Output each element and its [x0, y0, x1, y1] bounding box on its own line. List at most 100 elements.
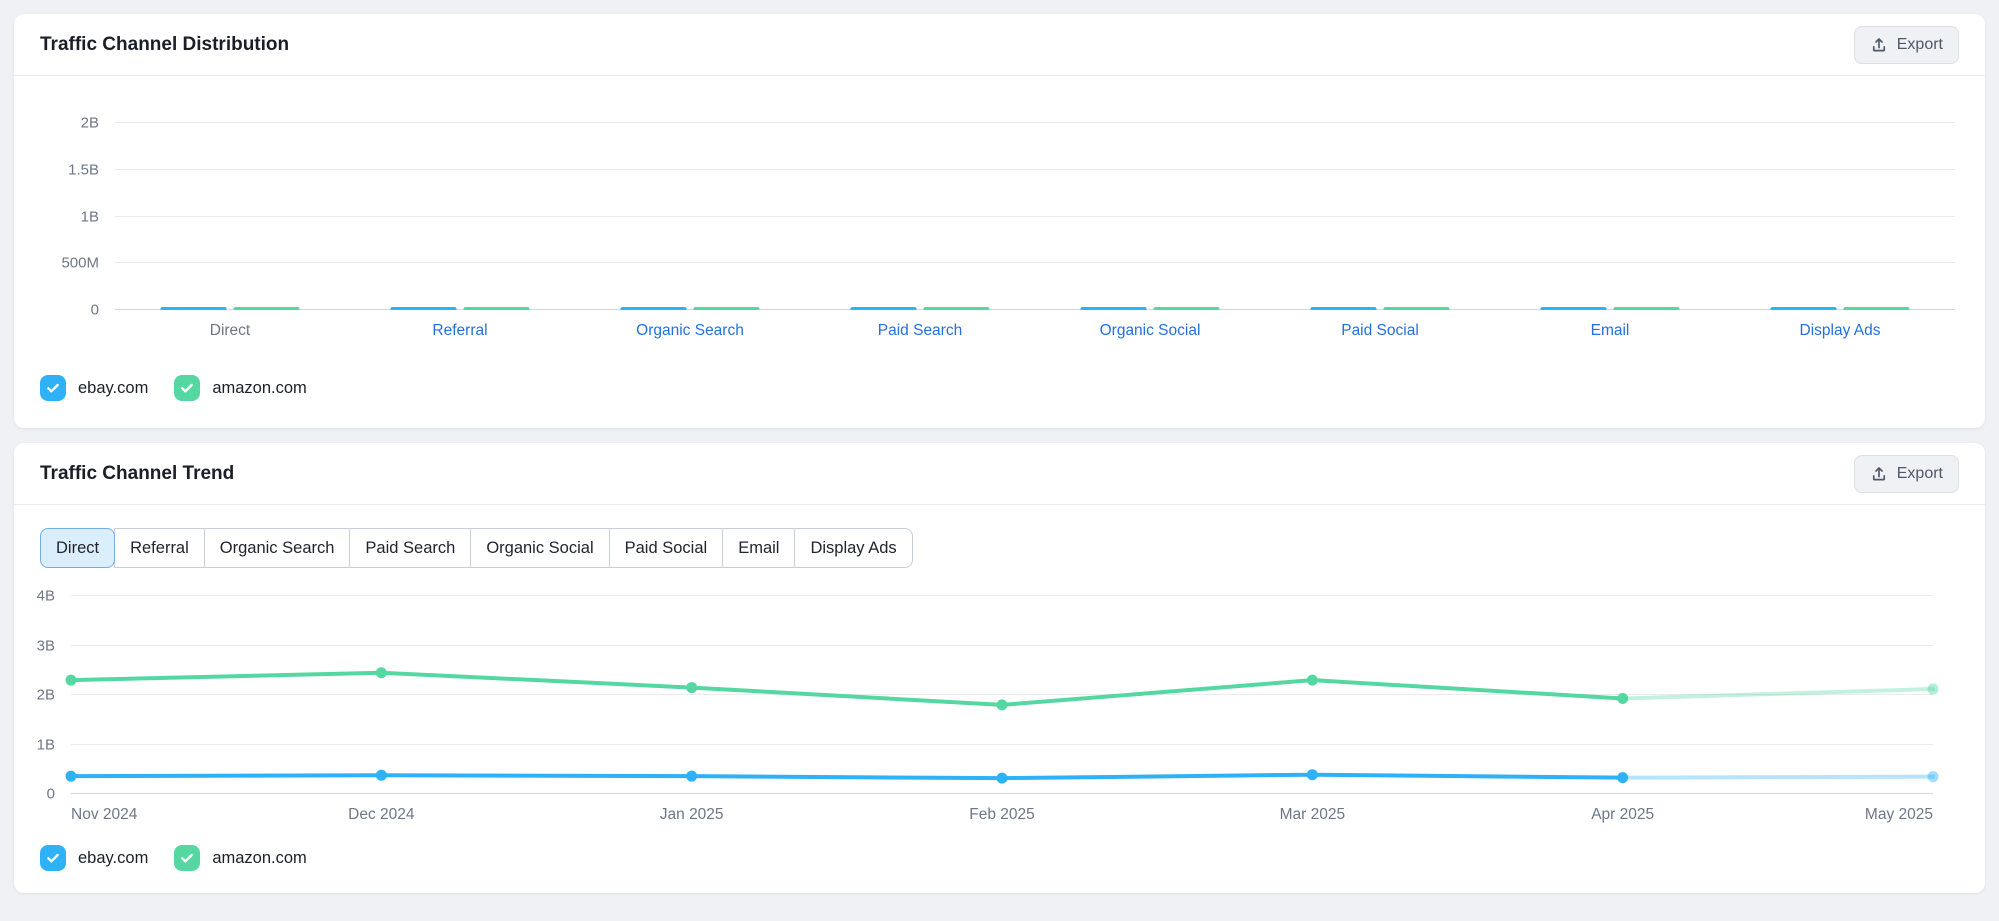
bar-ebay-com-direct[interactable] [161, 307, 227, 310]
export-button[interactable]: Export [1854, 26, 1959, 64]
data-point-ebay-com-apr-2025[interactable] [1617, 772, 1628, 783]
tab-organic-search[interactable]: Organic Search [204, 528, 351, 568]
y-axis-tick-label: 2B [81, 115, 99, 132]
data-point-amazon-com-mar-2025[interactable] [1307, 675, 1318, 686]
data-point-ebay-com-jan-2025[interactable] [686, 771, 697, 782]
x-axis-label-jan-2025: Jan 2025 [660, 806, 724, 824]
x-axis-label-dec-2024: Dec 2024 [348, 806, 414, 824]
bar-amazon-com-email[interactable] [1614, 307, 1680, 310]
data-point-amazon-com-apr-2025[interactable] [1617, 693, 1628, 704]
bar-amazon-com-referral[interactable] [464, 307, 530, 310]
bar-ebay-com-paid-social[interactable] [1311, 307, 1377, 310]
category-label-organic-social[interactable]: Organic Social [1100, 322, 1201, 340]
checkbox-amazon-com[interactable] [174, 375, 200, 401]
checkmark-icon [179, 850, 195, 866]
line-chart-plot: 01B2B3B4B [71, 596, 1933, 794]
export-icon [1870, 465, 1888, 483]
data-point-ebay-com-feb-2025[interactable] [997, 773, 1008, 784]
category-label-display-ads[interactable]: Display Ads [1800, 322, 1881, 340]
tab-paid-social[interactable]: Paid Social [609, 528, 724, 568]
trend-lines-svg [71, 596, 1933, 794]
data-point-amazon-com-feb-2025[interactable] [997, 699, 1008, 710]
bar-group-paid-social [1311, 307, 1450, 310]
line-series-ebay-com-partial [1623, 777, 1933, 778]
line-series-amazon-com [71, 673, 1623, 705]
y-axis-tick-label: 1B [81, 208, 99, 225]
bar-ebay-com-display-ads[interactable] [1771, 307, 1837, 310]
y-axis-tick-label: 1B [37, 736, 55, 753]
y-axis-tick-label: 4B [37, 588, 55, 605]
legend-item-amazon-com[interactable]: amazon.com [174, 375, 306, 401]
legend-item-ebay-com[interactable]: ebay.com [40, 375, 148, 401]
gridline [115, 169, 1955, 170]
export-label: Export [1897, 36, 1943, 54]
data-point-ebay-com-nov-2024[interactable] [66, 771, 77, 782]
export-icon [1870, 36, 1888, 54]
bar-ebay-com-organic-search[interactable] [621, 307, 687, 310]
x-axis-label-may-2025: May 2025 [1865, 806, 1933, 824]
panel-header: Traffic Channel Distribution Export [14, 14, 1985, 76]
checkmark-icon [45, 850, 61, 866]
legend-label-ebay-com: ebay.com [78, 849, 148, 868]
trend-legend: ebay.com amazon.com [40, 845, 1985, 871]
checkbox-amazon-com[interactable] [174, 845, 200, 871]
data-point-ebay-com-may-2025[interactable] [1928, 771, 1939, 782]
bar-group-email [1541, 307, 1680, 310]
data-point-ebay-com-dec-2024[interactable] [376, 770, 387, 781]
legend-label-amazon-com: amazon.com [212, 379, 306, 398]
data-point-amazon-com-jan-2025[interactable] [686, 682, 697, 693]
y-axis-tick-label: 0 [47, 786, 55, 803]
bar-ebay-com-email[interactable] [1541, 307, 1607, 310]
checkmark-icon [179, 380, 195, 396]
line-series-ebay-com [71, 775, 1623, 778]
bar-amazon-com-display-ads[interactable] [1844, 307, 1910, 310]
x-axis-label-feb-2025: Feb 2025 [969, 806, 1035, 824]
bar-ebay-com-referral[interactable] [391, 307, 457, 310]
channel-tabs: DirectReferralOrganic SearchPaid SearchO… [40, 528, 913, 568]
tab-paid-search[interactable]: Paid Search [349, 528, 471, 568]
gridline [115, 216, 1955, 217]
export-label: Export [1897, 465, 1943, 483]
export-button[interactable]: Export [1854, 455, 1959, 493]
bar-group-direct [161, 307, 300, 310]
bar-amazon-com-paid-social[interactable] [1384, 307, 1450, 310]
legend-label-amazon-com: amazon.com [212, 849, 306, 868]
y-axis-tick-label: 500M [61, 255, 99, 272]
bar-amazon-com-organic-social[interactable] [1154, 307, 1220, 310]
page-title: Traffic Channel Trend [40, 463, 234, 485]
bar-chart-category-axis: DirectReferralOrganic SearchPaid SearchO… [115, 322, 1955, 342]
tab-organic-social[interactable]: Organic Social [470, 528, 609, 568]
distribution-legend: ebay.com amazon.com [40, 375, 1985, 401]
panel-header: Traffic Channel Trend Export [14, 443, 1985, 505]
category-label-referral[interactable]: Referral [432, 322, 487, 340]
bar-ebay-com-organic-social[interactable] [1081, 307, 1147, 310]
bar-ebay-com-paid-search[interactable] [851, 307, 917, 310]
bar-group-referral [391, 307, 530, 310]
legend-item-ebay-com[interactable]: ebay.com [40, 845, 148, 871]
y-axis-tick-label: 1.5B [68, 161, 99, 178]
checkbox-ebay-com[interactable] [40, 375, 66, 401]
gridline [115, 262, 1955, 263]
category-label-paid-search[interactable]: Paid Search [878, 322, 962, 340]
bar-amazon-com-paid-search[interactable] [924, 307, 990, 310]
line-chart-x-axis: Nov 2024Dec 2024Jan 2025Feb 2025Mar 2025… [71, 806, 1933, 826]
data-point-amazon-com-nov-2024[interactable] [66, 675, 77, 686]
tab-email[interactable]: Email [722, 528, 795, 568]
tab-display-ads[interactable]: Display Ads [794, 528, 912, 568]
checkbox-ebay-com[interactable] [40, 845, 66, 871]
legend-item-amazon-com[interactable]: amazon.com [174, 845, 306, 871]
data-point-amazon-com-dec-2024[interactable] [376, 667, 387, 678]
category-label-paid-social[interactable]: Paid Social [1341, 322, 1419, 340]
bar-group-organic-social [1081, 307, 1220, 310]
category-label-organic-search[interactable]: Organic Search [636, 322, 744, 340]
bar-group-display-ads [1771, 307, 1910, 310]
category-label-email[interactable]: Email [1591, 322, 1630, 340]
legend-label-ebay-com: ebay.com [78, 379, 148, 398]
tab-referral[interactable]: Referral [114, 528, 205, 568]
x-axis-label-apr-2025: Apr 2025 [1591, 806, 1654, 824]
tab-direct[interactable]: Direct [40, 528, 115, 568]
data-point-ebay-com-mar-2025[interactable] [1307, 769, 1318, 780]
bar-amazon-com-direct[interactable] [234, 307, 300, 310]
bar-amazon-com-organic-search[interactable] [694, 307, 760, 310]
data-point-amazon-com-may-2025[interactable] [1928, 684, 1939, 695]
